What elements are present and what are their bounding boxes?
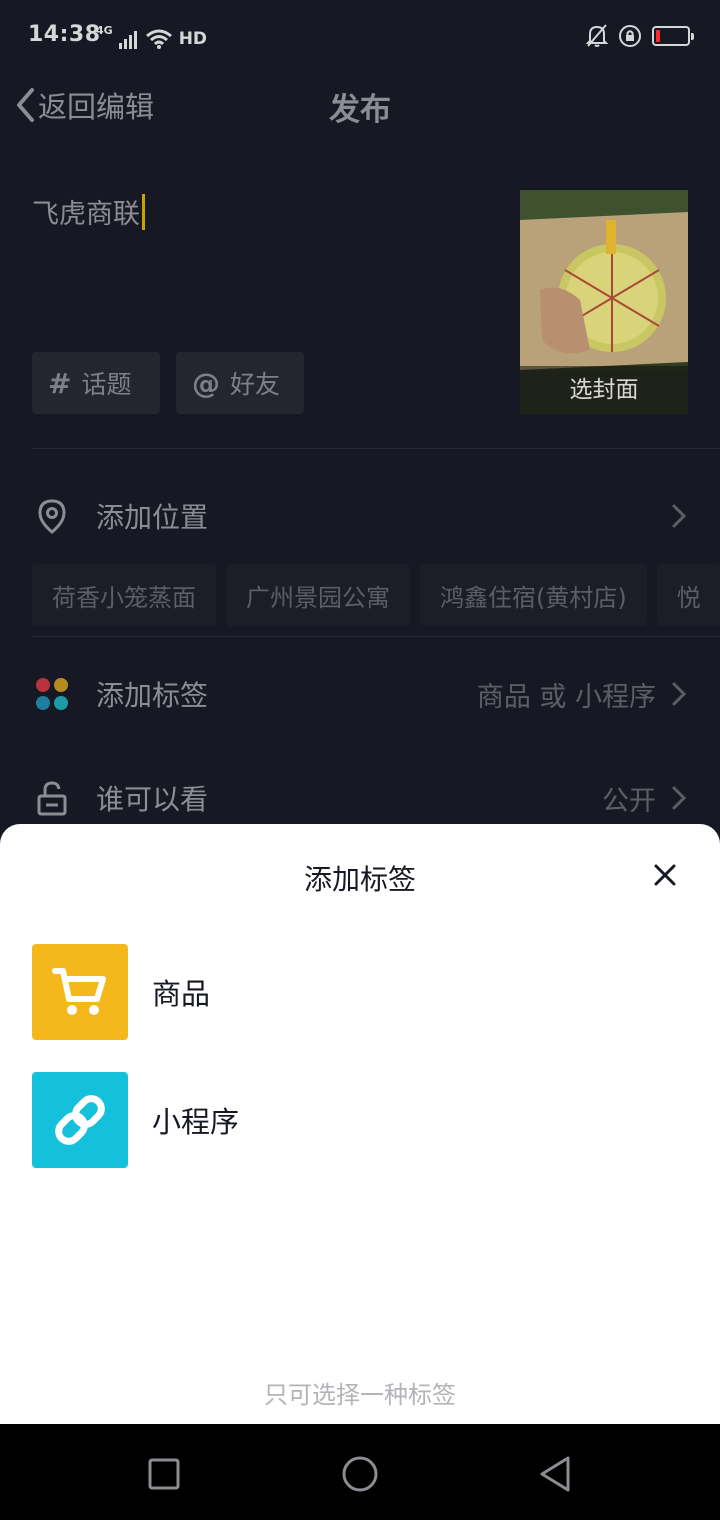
add-tag-sheet: 添加标签 商品 小程序 只可选择一种标签 <box>0 824 720 1424</box>
home-icon[interactable] <box>340 1454 380 1494</box>
chevron-right-icon <box>672 504 687 528</box>
add-tag-row[interactable]: 添加标签 商品 或 小程序 <box>0 658 720 730</box>
close-icon[interactable] <box>652 862 678 888</box>
cover-thumbnail[interactable]: 选封面 <box>520 190 688 414</box>
sheet-title: 添加标签 <box>303 863 416 896</box>
select-cover-label: 选封面 <box>520 366 688 414</box>
status-left-icons: 4G HD <box>96 24 207 49</box>
status-right-icons <box>586 24 694 48</box>
add-location-row[interactable]: 添加位置 <box>0 480 720 552</box>
mention-friend-chip[interactable]: @ 好友 <box>176 352 304 414</box>
bell-muted-icon <box>586 24 608 47</box>
battery-level <box>656 30 660 42</box>
topic-chip[interactable]: # 话题 <box>32 352 160 414</box>
goods-option[interactable]: 商品 <box>32 944 688 1040</box>
add-tag-label: 添加标签 <box>96 679 209 712</box>
hashtag-icon: # <box>48 366 72 400</box>
topic-chip-label: 话题 <box>81 370 132 399</box>
page-title: 发布 <box>329 92 391 128</box>
goods-option-label: 商品 <box>152 977 211 1011</box>
rotation-lock-icon <box>619 25 641 47</box>
location-suggestion[interactable]: 悦 <box>656 564 720 626</box>
status-bar: 14:38 4G HD <box>0 0 720 72</box>
location-suggestions: 荷香小笼蒸面 广州景园公寓 鸿鑫住宿(黄村店) 悦 <box>32 564 720 626</box>
hd-badge: HD <box>178 29 208 49</box>
caption-text: 飞虎商联 <box>32 199 140 230</box>
caption-input[interactable]: 飞虎商联 <box>32 192 145 231</box>
location-suggestion[interactable]: 广州景园公寓 <box>226 564 410 626</box>
unlock-icon <box>37 781 67 816</box>
visibility-label: 谁可以看 <box>96 783 209 816</box>
chevron-right-icon <box>672 682 687 706</box>
cart-icon <box>52 968 106 1015</box>
mini-program-option[interactable]: 小程序 <box>32 1072 688 1168</box>
nav-header: 返回编辑 发布 <box>0 72 720 140</box>
mini-program-option-label: 小程序 <box>152 1105 240 1139</box>
system-nav-bar <box>0 1424 720 1520</box>
location-suggestion[interactable]: 鸿鑫住宿(黄村店) <box>420 564 647 626</box>
text-cursor <box>142 193 145 230</box>
back-triangle-icon[interactable] <box>536 1454 576 1494</box>
chevron-right-icon <box>672 786 687 810</box>
goods-icon-tile <box>32 944 128 1040</box>
friend-chip-label: 好友 <box>230 370 281 399</box>
mini-program-icon <box>55 1095 105 1145</box>
divider <box>32 448 720 449</box>
publish-screen: 14:38 4G HD 返回编辑 发布 飞虎商联 选封面 # 话题 @ 好友 添… <box>0 0 720 1424</box>
add-tag-value: 商品 或 小程序 <box>476 681 656 713</box>
visibility-value: 公开 <box>602 785 656 817</box>
signal-icon <box>118 31 137 49</box>
recent-apps-icon[interactable] <box>144 1454 184 1494</box>
network-type: 4G <box>96 24 113 37</box>
tag-dots-icon <box>36 678 68 710</box>
battery-icon <box>652 26 694 46</box>
location-suggestion[interactable]: 荷香小笼蒸面 <box>32 564 216 626</box>
mini-program-icon-tile <box>32 1072 128 1168</box>
location-pin-icon <box>38 499 66 534</box>
sheet-hint: 只可选择一种标签 <box>264 1381 456 1409</box>
status-time: 14:38 <box>28 22 101 47</box>
divider <box>32 636 720 637</box>
at-icon: @ <box>192 366 220 400</box>
add-location-label: 添加位置 <box>96 501 209 534</box>
wifi-icon <box>145 29 172 49</box>
